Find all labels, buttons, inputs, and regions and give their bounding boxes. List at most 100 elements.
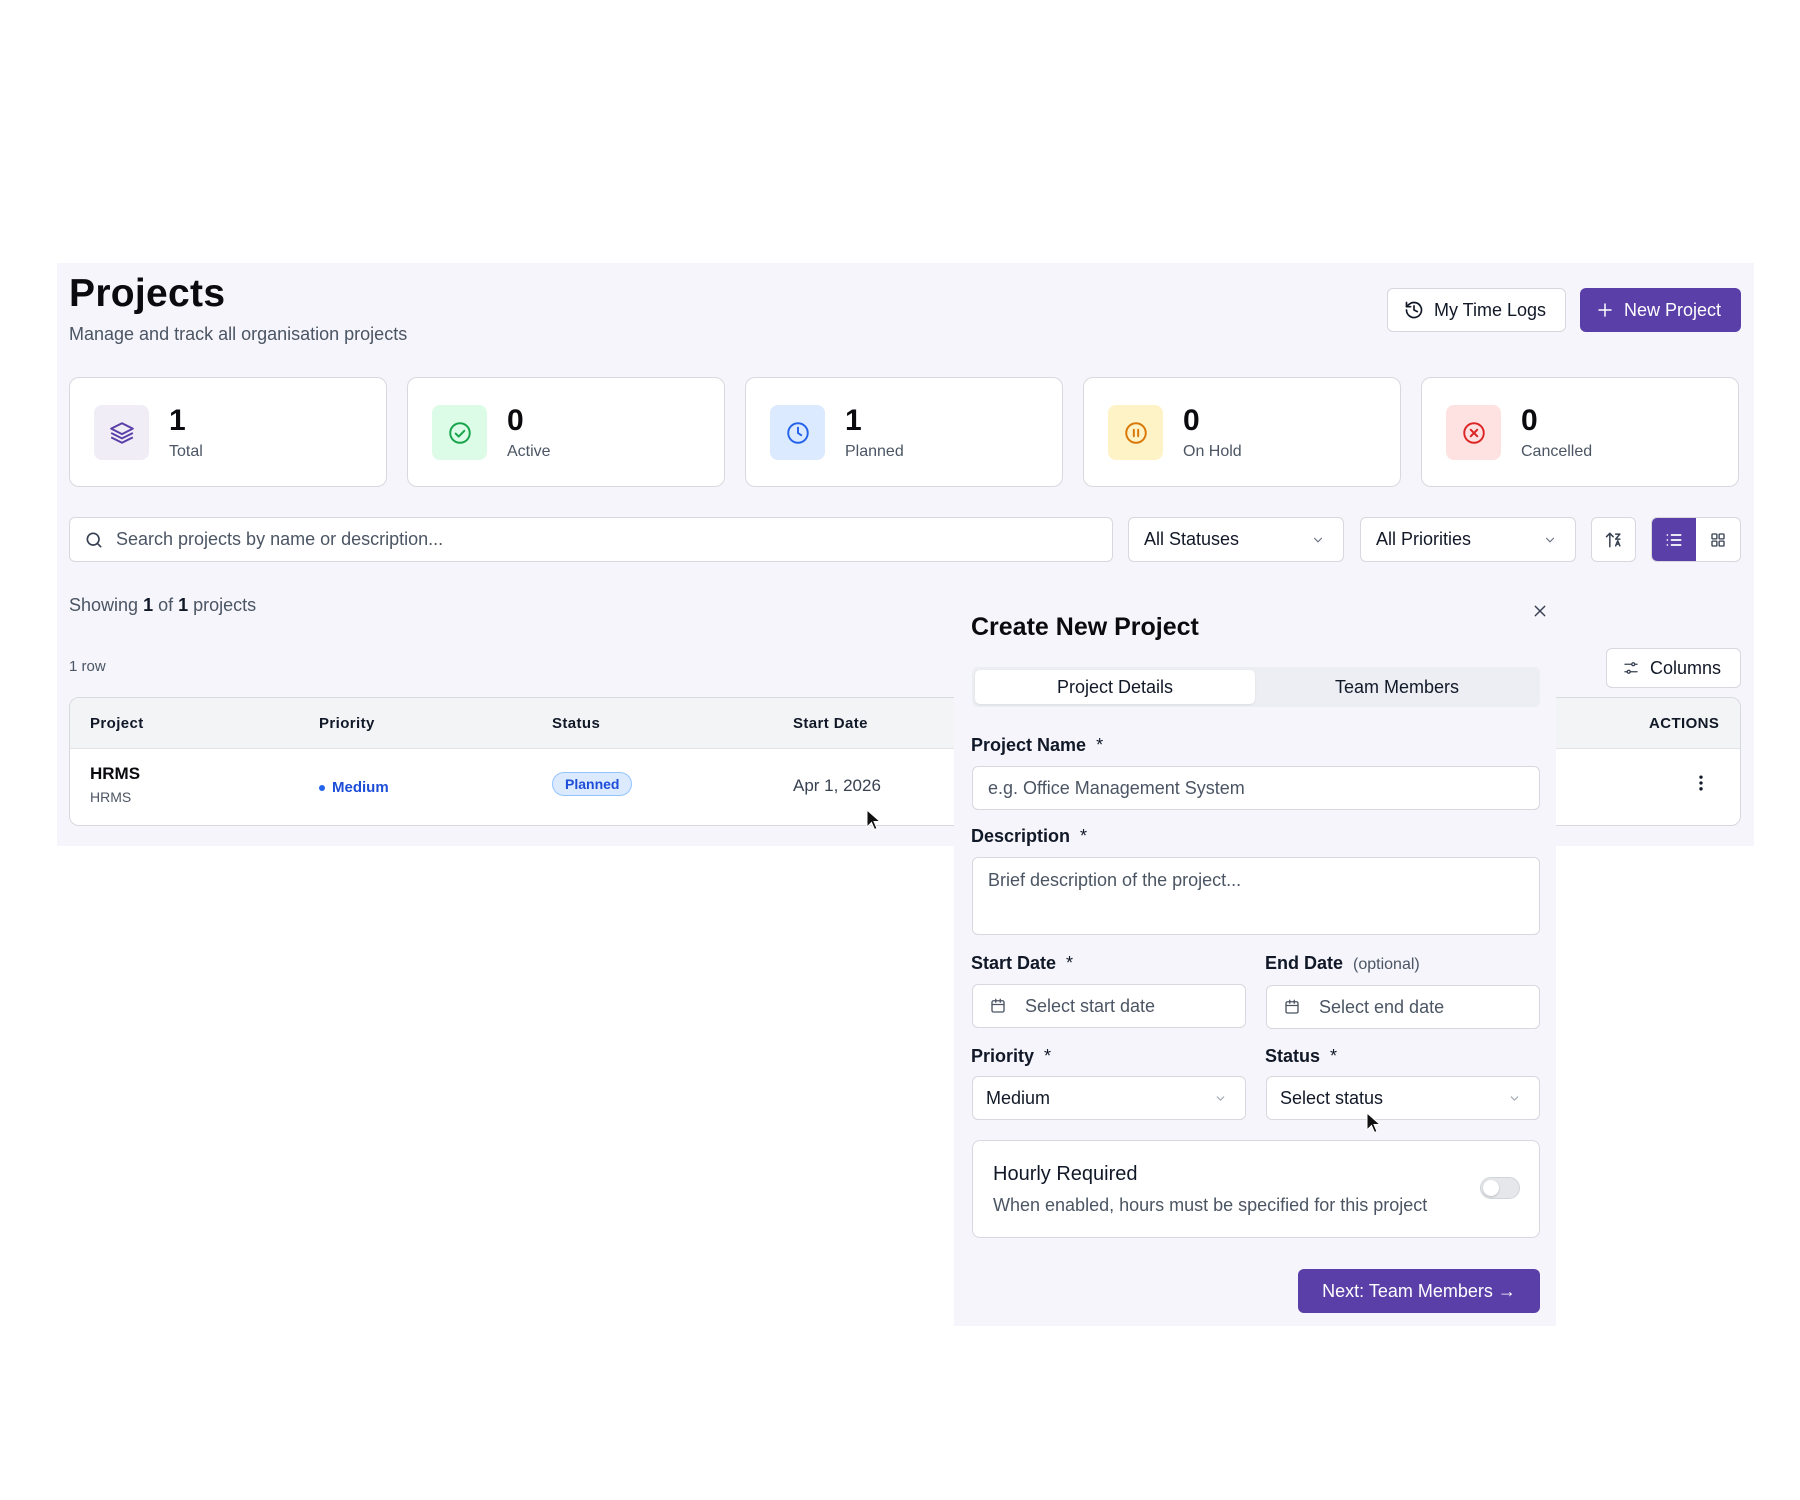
- calendar-icon: [989, 997, 1007, 1015]
- stat-card-total: 1 Total: [69, 377, 387, 487]
- more-vertical-icon: [1691, 773, 1711, 793]
- status-filter-value: All Statuses: [1144, 529, 1240, 549]
- hourly-required-toggle[interactable]: [1480, 1177, 1520, 1199]
- mouse-cursor-icon: [866, 809, 880, 831]
- results-shown-count: 1: [143, 595, 154, 615]
- start-date-placeholder: Select start date: [1025, 995, 1156, 1016]
- chevron-down-icon: [1311, 533, 1325, 547]
- row-count: 1 row: [69, 658, 106, 675]
- stat-label: Cancelled: [1521, 443, 1593, 460]
- grid-view-button[interactable]: [1696, 518, 1740, 561]
- priority-select[interactable]: Medium: [972, 1076, 1246, 1120]
- status-badge: Planned: [552, 772, 633, 796]
- priority-filter-select[interactable]: All Priorities: [1360, 517, 1576, 562]
- list-view-button[interactable]: [1652, 518, 1696, 561]
- required-mark: *: [1066, 953, 1074, 973]
- required-mark: *: [1044, 1046, 1052, 1066]
- label-text: Status: [1265, 1046, 1321, 1066]
- sort-button[interactable]: [1591, 517, 1636, 562]
- stat-label: Total: [169, 443, 203, 460]
- start-date-picker[interactable]: Select start date: [972, 984, 1246, 1028]
- column-header-start-date[interactable]: Start Date: [793, 715, 868, 732]
- end-date-placeholder: Select end date: [1319, 996, 1445, 1017]
- sort-icon: [1604, 530, 1624, 550]
- new-project-button[interactable]: New Project: [1580, 288, 1741, 332]
- label-text: Project Name: [971, 735, 1087, 755]
- project-name-field[interactable]: [972, 766, 1540, 810]
- tab-project-details[interactable]: Project Details: [975, 670, 1255, 704]
- project-name-label: Project Name *: [971, 735, 1103, 756]
- required-mark: *: [1096, 735, 1104, 755]
- stat-label: Planned: [845, 443, 904, 460]
- end-date-picker[interactable]: Select end date: [1266, 985, 1540, 1029]
- results-suffix: projects: [193, 595, 257, 615]
- description-label: Description *: [971, 826, 1087, 847]
- column-header-actions: ACTIONS: [1649, 715, 1720, 732]
- priority-select-value: Medium: [986, 1087, 1051, 1108]
- stat-value: 1: [845, 404, 862, 437]
- project-name-input[interactable]: [988, 777, 1524, 799]
- column-header-project[interactable]: Project: [90, 715, 144, 732]
- list-icon: [1664, 530, 1684, 550]
- hourly-required-panel: Hourly Required When enabled, hours must…: [972, 1140, 1540, 1238]
- label-text: End Date: [1265, 953, 1344, 973]
- clock-icon: [770, 405, 825, 460]
- chevron-down-icon: [1508, 1092, 1521, 1105]
- toggle-knob: [1483, 1180, 1499, 1196]
- hourly-required-description: When enabled, hours must be specified fo…: [993, 1195, 1428, 1215]
- grid-icon: [1709, 531, 1727, 549]
- dialog-tabs: Project Details Team Members: [972, 667, 1540, 707]
- stat-value: 1: [169, 404, 186, 437]
- row-actions-button[interactable]: [1691, 773, 1711, 793]
- stat-label: Active: [507, 443, 551, 460]
- priority-label: Medium: [332, 779, 389, 796]
- label-text: Description: [971, 826, 1071, 846]
- next-team-members-button[interactable]: Next: Team Members →: [1298, 1269, 1540, 1313]
- results-of: of: [158, 595, 174, 615]
- stat-value: 0: [1183, 404, 1200, 437]
- tab-team-members[interactable]: Team Members: [1257, 670, 1537, 704]
- results-prefix: Showing: [69, 595, 139, 615]
- new-project-label: New Project: [1624, 299, 1722, 320]
- dialog-title: Create New Project: [971, 613, 1199, 641]
- page-title: Projects: [69, 272, 226, 315]
- column-header-status[interactable]: Status: [552, 715, 600, 732]
- column-header-priority[interactable]: Priority: [319, 715, 375, 732]
- description-input[interactable]: [988, 870, 1524, 922]
- search-input[interactable]: [116, 529, 1076, 550]
- columns-button[interactable]: Columns: [1606, 648, 1741, 688]
- check-circle-icon: [432, 405, 487, 460]
- search-box[interactable]: [69, 517, 1113, 562]
- mouse-cursor-icon: [1366, 1112, 1380, 1134]
- status-filter-select[interactable]: All Statuses: [1128, 517, 1344, 562]
- status-select[interactable]: Select status: [1266, 1076, 1540, 1120]
- page-subtitle: Manage and track all organisation projec…: [69, 324, 408, 344]
- chevron-down-icon: [1214, 1092, 1227, 1105]
- columns-label: Columns: [1650, 657, 1722, 678]
- view-toggle: [1651, 517, 1741, 562]
- plus-icon: [1596, 301, 1614, 319]
- end-date-label: End Date (optional): [1265, 953, 1420, 974]
- sliders-icon: [1622, 659, 1640, 677]
- label-text: Start Date: [971, 953, 1057, 973]
- hourly-required-title: Hourly Required: [993, 1163, 1138, 1185]
- chevron-down-icon: [1543, 533, 1557, 547]
- my-time-logs-button[interactable]: My Time Logs: [1387, 288, 1566, 332]
- stat-card-on-hold: 0 On Hold: [1083, 377, 1401, 487]
- layers-icon: [94, 405, 149, 460]
- calendar-icon: [1283, 998, 1301, 1016]
- label-text: Priority: [971, 1046, 1035, 1066]
- priority-indicator: Medium: [319, 779, 389, 796]
- stat-value: 0: [507, 404, 524, 437]
- close-icon: [1532, 603, 1548, 619]
- status-select-value: Select status: [1280, 1087, 1384, 1108]
- results-total-count: 1: [178, 595, 189, 615]
- start-date: Apr 1, 2026: [793, 776, 881, 795]
- status-label: Status *: [1265, 1046, 1337, 1067]
- project-name[interactable]: HRMS: [90, 764, 140, 784]
- optional-mark: (optional): [1353, 956, 1420, 973]
- description-field[interactable]: [972, 857, 1540, 935]
- search-icon: [84, 530, 104, 550]
- close-button[interactable]: [1530, 601, 1550, 621]
- project-code: HRMS: [90, 789, 132, 805]
